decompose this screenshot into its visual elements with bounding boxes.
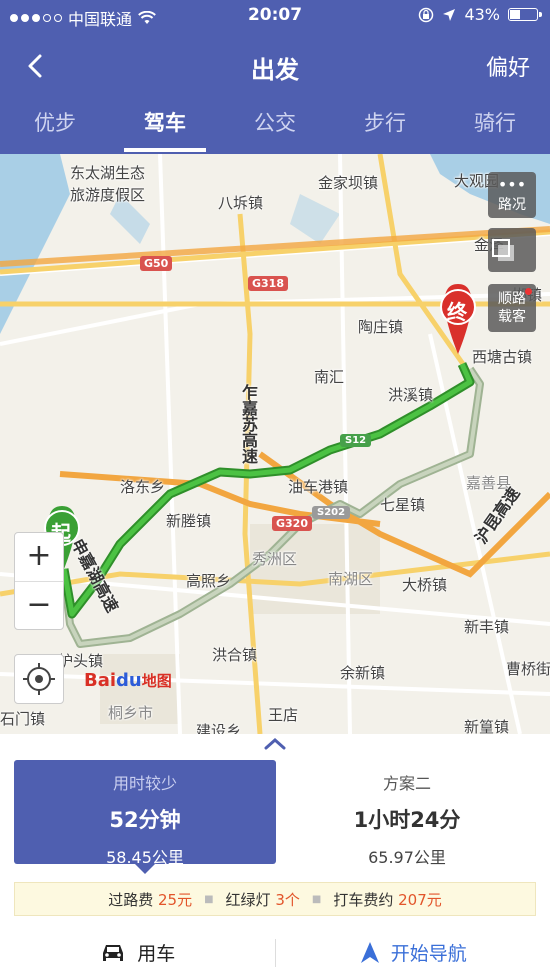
road-tag-s12: S12 bbox=[340, 434, 372, 447]
map-label: 炉头镇 bbox=[58, 652, 104, 670]
expand-chevron-icon[interactable] bbox=[260, 734, 290, 752]
start-navigation-label: 开始导航 bbox=[390, 943, 467, 965]
map-label: 新丰镇 bbox=[464, 618, 510, 636]
map-label: 陶庄镇 bbox=[358, 318, 404, 336]
map-label: 新塍镇 bbox=[166, 512, 212, 530]
map-canvas bbox=[0, 154, 550, 734]
map-label: 大桥镇 bbox=[402, 576, 448, 594]
map-label: 石门镇 bbox=[0, 710, 46, 728]
start-navigation-button[interactable]: 开始导航 bbox=[276, 939, 550, 966]
zoom-out-button[interactable]: − bbox=[15, 582, 63, 630]
taxi-fare-label: 打车费约 bbox=[333, 890, 394, 909]
map-label: 八坼镇 bbox=[218, 194, 264, 212]
tab-walk[interactable]: 步行 bbox=[330, 100, 440, 154]
plan-time: 52分钟 bbox=[109, 808, 181, 832]
more-dots-icon: ••• bbox=[497, 175, 527, 194]
end-marker-label: 终 bbox=[447, 300, 467, 324]
map-label: 西塘古镇 bbox=[472, 348, 533, 366]
map-label: 秀洲区 bbox=[252, 550, 298, 568]
notification-dot bbox=[525, 288, 532, 295]
tab-transit[interactable]: 公交 bbox=[220, 100, 330, 154]
baidu-map-logo: Baidu地图 bbox=[84, 670, 172, 691]
map-label: 南汇 bbox=[314, 368, 345, 386]
zoom-control: + − bbox=[14, 532, 64, 630]
route-map[interactable]: 终 起 东太湖生态 旅游度假区 八坼镇 金家坝镇 大观园 金泽 梆镇 陶庄镇 南… bbox=[0, 154, 550, 734]
toll-label: 过路费 bbox=[108, 890, 154, 909]
traffic-lights-value: 3个 bbox=[275, 890, 300, 909]
plan-time: 1小时24分 bbox=[353, 808, 461, 832]
separator-dot: ■ bbox=[204, 893, 214, 905]
locate-button[interactable] bbox=[14, 654, 64, 704]
map-label: 余新镇 bbox=[340, 664, 386, 682]
carpool-button[interactable]: 顺路载客 bbox=[488, 284, 536, 332]
battery-percent: 43% bbox=[464, 5, 500, 24]
traffic-lights-label: 红绿灯 bbox=[225, 890, 271, 909]
layers-button[interactable] bbox=[488, 228, 536, 272]
map-label: 洪合镇 bbox=[212, 646, 258, 664]
map-label: 曹桥街 bbox=[506, 660, 550, 678]
navigation-arrow-icon bbox=[360, 941, 379, 963]
rotation-lock-icon bbox=[419, 7, 434, 22]
ride-hailing-button[interactable]: 用车 bbox=[0, 939, 275, 966]
map-label: 王店 bbox=[268, 706, 299, 724]
tab-uber[interactable]: 优步 bbox=[0, 100, 110, 154]
plan-name: 方案二 bbox=[382, 774, 431, 793]
highway-label: 乍嘉苏高速 bbox=[239, 384, 258, 464]
map-label: 建设乡 bbox=[196, 722, 242, 734]
map-label: 旅游度假区 bbox=[70, 186, 146, 204]
map-label: 东太湖生态 bbox=[70, 164, 146, 182]
logo-text-ditu: 地图 bbox=[141, 672, 172, 690]
zoom-in-button[interactable]: + bbox=[15, 533, 63, 582]
map-label: 洪溪镇 bbox=[388, 386, 434, 404]
preference-button[interactable]: 偏好 bbox=[486, 50, 530, 82]
route-plan-1[interactable]: 用时较少 52分钟 58.45公里 bbox=[14, 760, 276, 874]
ride-hailing-label: 用车 bbox=[137, 943, 176, 965]
battery-icon bbox=[508, 8, 542, 21]
road-shield-g320: G320 bbox=[272, 516, 312, 531]
route-info-strip: 过路费 25元 ■ 红绿灯 3个 ■ 打车费约 207元 bbox=[14, 882, 536, 916]
tab-drive[interactable]: 驾车 bbox=[110, 100, 220, 154]
map-label: 桐乡市 bbox=[108, 704, 154, 722]
separator-dot: ■ bbox=[311, 893, 322, 905]
route-plan-2[interactable]: 方案二 1小时24分 65.97公里 bbox=[276, 760, 538, 867]
traffic-button[interactable]: ••• 路况 bbox=[488, 172, 536, 218]
car-icon bbox=[103, 944, 124, 961]
map-label: 油车港镇 bbox=[288, 478, 349, 496]
map-label: 高照乡 bbox=[186, 572, 232, 590]
location-arrow-icon bbox=[443, 8, 456, 21]
road-shield-g50: G50 bbox=[140, 256, 173, 271]
route-plans: 用时较少 52分钟 58.45公里 方案二 1小时24分 65.97公里 bbox=[0, 752, 550, 874]
map-label: 七星镇 bbox=[380, 496, 426, 514]
plan-distance: 65.97公里 bbox=[368, 848, 446, 867]
bottom-action-bar: 用车 开始导航 bbox=[0, 926, 550, 979]
nav-bar: 出发 偏好 bbox=[0, 32, 550, 100]
toll-value: 25元 bbox=[158, 890, 193, 909]
logo-text-du: du bbox=[116, 670, 142, 691]
map-label: 新篁镇 bbox=[464, 718, 510, 734]
mode-tabs: 优步 驾车 公交 步行 骑行 bbox=[0, 100, 550, 154]
page-title: 出发 bbox=[251, 56, 299, 84]
plan-distance: 58.45公里 bbox=[106, 848, 184, 867]
road-shield-g318: G318 bbox=[248, 276, 288, 291]
map-label: 南湖区 bbox=[328, 570, 374, 588]
map-label: 金家坝镇 bbox=[318, 174, 379, 192]
tab-bike[interactable]: 骑行 bbox=[440, 100, 550, 154]
logo-text-bai: Bai bbox=[84, 670, 117, 691]
map-label: 洛东乡 bbox=[120, 478, 166, 496]
layers-icon bbox=[492, 239, 514, 261]
taxi-fare-value: 207元 bbox=[398, 890, 442, 909]
traffic-button-label: 路况 bbox=[498, 197, 526, 213]
crosshair-icon bbox=[23, 663, 55, 695]
road-tag-s202: S202 bbox=[312, 506, 351, 519]
carpool-button-label: 顺路载客 bbox=[498, 291, 526, 325]
plan-name: 用时较少 bbox=[112, 774, 177, 793]
status-bar: 中国联通 20:07 43% bbox=[0, 0, 550, 32]
lake-water bbox=[0, 154, 70, 334]
